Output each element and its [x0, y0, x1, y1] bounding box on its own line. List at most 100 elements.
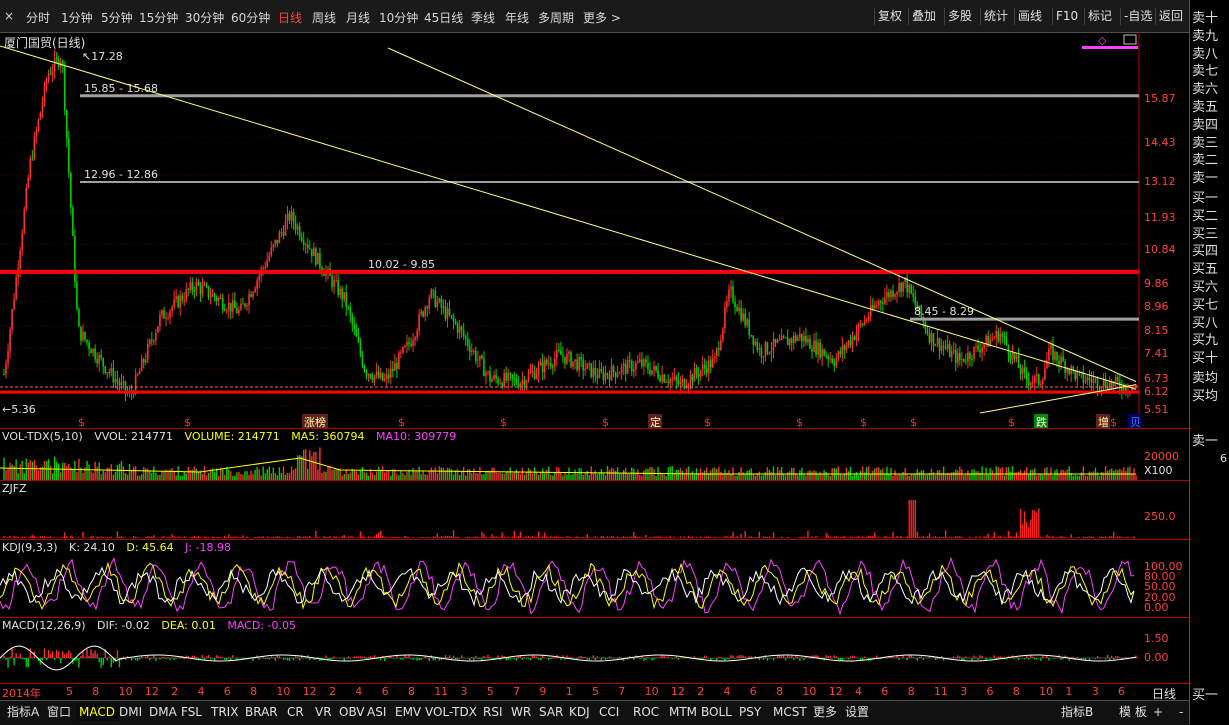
toolbar-button-4[interactable]: 画线 [1014, 8, 1045, 25]
period-tab-12[interactable]: 年线 [505, 9, 529, 26]
period-tab-14[interactable]: 更多 > [583, 9, 621, 26]
period-tab-7[interactable]: 周线 [312, 9, 336, 26]
indicator-tab-10[interactable]: OBV [336, 703, 368, 721]
indicator-tab-7[interactable]: BRAR [242, 703, 281, 721]
month-label: 9 [539, 685, 546, 698]
window-icon[interactable] [1124, 35, 1136, 44]
period-tab-9[interactable]: 10分钟 [379, 9, 418, 26]
zjfz-axis: 250.0 [1140, 496, 1188, 538]
right-tab-0[interactable]: 指标B [1058, 703, 1096, 721]
right-tab-1[interactable]: 模 板 [1116, 703, 1150, 721]
year-label: 2014年 [2, 685, 41, 701]
orderbook-buy-label: 买九 [1192, 332, 1226, 349]
zone-label: 12.96 - 12.86 [84, 168, 158, 181]
indicator-tab-0[interactable]: 指标A [4, 703, 42, 721]
toolbar-button-5[interactable]: F10 [1052, 8, 1081, 25]
indicator-tab-20[interactable]: MTM [666, 703, 700, 721]
toolbar-button-3[interactable]: 统计 [980, 8, 1011, 25]
toolbar-button-6[interactable]: 标记 [1084, 8, 1115, 25]
indicator-tab-19[interactable]: ROC [630, 703, 662, 721]
zjfz-tick: 250.0 [1144, 510, 1176, 523]
period-tab-11[interactable]: 季线 [471, 9, 495, 26]
chart-marker: $ [602, 416, 609, 428]
kdj-k: K: 24.10 [69, 541, 115, 554]
indicator-tab-6[interactable]: TRIX [208, 703, 241, 721]
indicator-tab-18[interactable]: CCI [596, 703, 622, 721]
month-label: 8 [250, 685, 257, 698]
vol-vvol: VVOL: 214771 [94, 430, 173, 443]
indicator-tab-16[interactable]: SAR [536, 703, 566, 721]
indicator-tab-3[interactable]: DMI [116, 703, 145, 721]
kdj-name: KDJ(9,3,3) [2, 541, 58, 554]
diamond-icon[interactable]: ◇ [1098, 34, 1107, 47]
indicator-tab-8[interactable]: CR [284, 703, 307, 721]
candlestick-chart[interactable]: 15.85 - 15.6812.96 - 12.8610.02 - 9.858.… [0, 32, 1189, 428]
indicator-tab-1[interactable]: 窗口 [44, 703, 74, 721]
period-tab-4[interactable]: 30分钟 [185, 9, 224, 26]
volume-chart[interactable] [0, 444, 1140, 480]
price-tick: 8.96 [1144, 300, 1169, 313]
toolbar-button-1[interactable]: 叠加 [908, 8, 939, 25]
indicator-tab-25[interactable]: 设置 [842, 703, 872, 721]
month-label: 10 [645, 685, 659, 698]
indicator-tab-4[interactable]: DMA [146, 703, 180, 721]
toolbar-button-0[interactable]: 复权 [874, 8, 905, 25]
month-label: 8 [908, 685, 915, 698]
chart-marker: $ [860, 416, 867, 428]
kdj-axis: 100.0080.0050.0020.000.00 [1140, 556, 1188, 616]
period-tab-8[interactable]: 月线 [346, 9, 370, 26]
month-label: 4 [198, 685, 205, 698]
chart-title: 厦门国贸(日线) [4, 34, 85, 51]
vol-ma5: MA5: 360794 [291, 430, 364, 443]
zjfz-chart[interactable] [0, 496, 1140, 538]
period-tab-10[interactable]: 45日线 [424, 9, 463, 26]
kdj-chart[interactable] [0, 556, 1140, 616]
right-tab-2[interactable]: + [1150, 703, 1166, 721]
indicator-tab-23[interactable]: MCST [770, 703, 810, 721]
indicator-tab-5[interactable]: FSL [178, 703, 205, 721]
divider [0, 480, 1189, 481]
indicator-tab-15[interactable]: WR [508, 703, 534, 721]
indicator-tab-17[interactable]: KDJ [566, 703, 593, 721]
vol-tick: 20000 [1144, 450, 1179, 463]
indicator-tab-21[interactable]: BOLL [698, 703, 735, 721]
indicator-tab-2[interactable]: MACD [76, 703, 118, 721]
period-tab-2[interactable]: 5分钟 [101, 9, 133, 26]
period-tab-3[interactable]: 15分钟 [139, 9, 178, 26]
indicator-tab-24[interactable]: 更多 [810, 703, 840, 721]
indicator-tab-12[interactable]: EMV [392, 703, 424, 721]
chart-marker: $ [1008, 416, 1015, 428]
toolbar-button-7[interactable]: -自选 [1120, 8, 1155, 25]
indicator-tab-11[interactable]: ASI [364, 703, 389, 721]
period-tab-13[interactable]: 多周期 [538, 9, 574, 26]
indicator-tab-14[interactable]: RSI [480, 703, 506, 721]
high-label: ↖17.28 [82, 50, 123, 63]
vol-volume: VOLUME: 214771 [185, 430, 280, 443]
close-icon[interactable]: × [4, 10, 18, 22]
chart-marker: $ [500, 416, 507, 428]
month-label: 3 [461, 685, 468, 698]
vol-name: VOL-TDX(5,10) [2, 430, 83, 443]
price-tick: 10.84 [1144, 243, 1176, 256]
period-tab-6[interactable]: 日线 [278, 9, 302, 26]
indicator-tab-13[interactable]: VOL-TDX [422, 703, 480, 721]
right-tab-3[interactable]: - [1176, 703, 1186, 721]
orderbook-buy-label: 买八 [1192, 315, 1226, 332]
period-tab-0[interactable]: 分时 [26, 9, 50, 26]
macd-chart[interactable] [0, 632, 1140, 682]
indicator-tab-9[interactable]: VR [312, 703, 335, 721]
price-axis: 15.8714.4313.1211.9310.849.868.968.157.4… [1140, 32, 1188, 428]
orderbook-sell-label: 卖六 [1192, 81, 1226, 98]
period-tab-5[interactable]: 60分钟 [231, 9, 270, 26]
toolbar-button-8[interactable]: 返回 [1155, 8, 1186, 25]
month-label: 11 [434, 685, 448, 698]
low-label: ←5.36 [2, 403, 36, 416]
indicator-tab-22[interactable]: PSY [736, 703, 764, 721]
month-label: 5 [66, 685, 73, 698]
period-tab-1[interactable]: 1分钟 [61, 9, 93, 26]
vol-ma10: MA10: 309779 [376, 430, 456, 443]
toolbar-button-2[interactable]: 多股 [944, 8, 975, 25]
price-tick: 7.41 [1144, 347, 1169, 360]
month-label: 6 [750, 685, 757, 698]
month-label: 10 [119, 685, 133, 698]
